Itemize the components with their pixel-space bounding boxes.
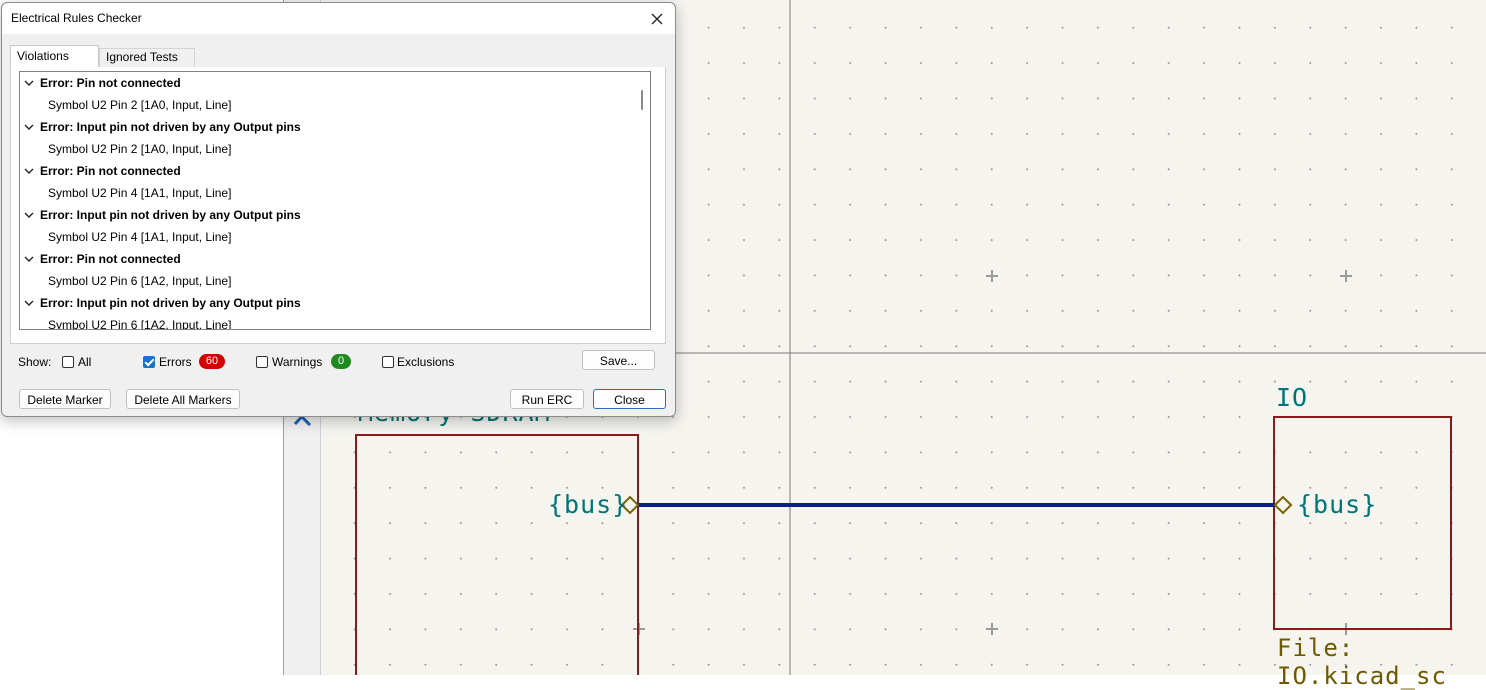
- warnings-checkbox[interactable]: [256, 356, 268, 368]
- violation-item[interactable]: Symbol U2 Pin 2 [1A0, Input, Line]: [20, 94, 650, 116]
- violation-heading[interactable]: Error: Input pin not driven by any Outpu…: [20, 204, 650, 226]
- warnings-count-badge: 0: [331, 354, 351, 369]
- sheet-file-label-io[interactable]: File: IO.kicad_sc: [1277, 634, 1486, 690]
- violations-list[interactable]: Error: Pin not connected Symbol U2 Pin 2…: [19, 71, 651, 330]
- sheet-pin-label-io[interactable]: {bus}: [1297, 490, 1377, 519]
- sheet-pin-marker: [1273, 495, 1293, 515]
- chevron-down-icon[interactable]: [24, 166, 34, 176]
- violation-item[interactable]: Symbol U2 Pin 4 [1A1, Input, Line]: [20, 182, 650, 204]
- tab-ignored-tests[interactable]: Ignored Tests (4): [99, 48, 195, 81]
- save-button[interactable]: Save...: [582, 350, 655, 370]
- chevron-down-icon[interactable]: [24, 122, 34, 132]
- violation-heading[interactable]: Error: Pin not connected: [20, 160, 650, 182]
- all-checkbox[interactable]: [62, 356, 74, 368]
- warnings-label[interactable]: Warnings: [272, 353, 322, 371]
- chevron-down-icon[interactable]: [24, 78, 34, 88]
- errors-checkbox[interactable]: [143, 356, 155, 368]
- violation-item[interactable]: Symbol U2 Pin 6 [1A2, Input, Line]: [20, 314, 650, 329]
- delete-all-markers-button[interactable]: Delete All Markers: [126, 389, 240, 409]
- sheet-box-io: [1273, 416, 1452, 630]
- sheet-title-io[interactable]: IO: [1276, 383, 1308, 412]
- tab-violations[interactable]: Violations (60): [10, 45, 99, 83]
- violation-heading-text: Error: Input pin not driven by any Outpu…: [40, 120, 301, 134]
- sheet-pin-label-memory[interactable]: {bus}: [548, 490, 628, 519]
- close-button[interactable]: Close: [593, 389, 666, 409]
- chevron-down-icon[interactable]: [24, 210, 34, 220]
- violation-heading-text: Error: Input pin not driven by any Outpu…: [40, 296, 301, 310]
- show-filters: Show: All Errors 60 Warnings 0 Exclusion…: [18, 353, 658, 371]
- violation-heading[interactable]: Error: Input pin not driven by any Outpu…: [20, 292, 650, 314]
- violation-heading[interactable]: Error: Pin not connected: [20, 72, 650, 94]
- violation-heading-text: Error: Pin not connected: [40, 76, 181, 90]
- origin-markers: [633, 270, 1352, 635]
- run-erc-button[interactable]: Run ERC: [510, 389, 584, 409]
- list-scrollbar[interactable]: [634, 72, 650, 329]
- errors-label[interactable]: Errors: [159, 353, 192, 371]
- violation-heading[interactable]: Error: Input pin not driven by any Outpu…: [20, 116, 650, 138]
- sheet-box-memory: [355, 434, 639, 675]
- exclusions-checkbox[interactable]: [382, 356, 394, 368]
- violation-heading-text: Error: Pin not connected: [40, 252, 181, 266]
- show-label: Show:: [18, 355, 52, 369]
- dialog-titlebar[interactable]: Electrical Rules Checker: [2, 3, 675, 34]
- all-label[interactable]: All: [78, 353, 91, 371]
- errors-count-badge: 60: [199, 354, 225, 369]
- violation-heading[interactable]: Error: Pin not connected: [20, 248, 650, 270]
- violation-heading-text: Error: Pin not connected: [40, 164, 181, 178]
- erc-dialog: Electrical Rules Checker Violations (60)…: [1, 2, 676, 417]
- violations-panel: Error: Pin not connected Symbol U2 Pin 2…: [10, 67, 666, 344]
- chevron-down-icon[interactable]: [24, 298, 34, 308]
- violation-item[interactable]: Symbol U2 Pin 6 [1A2, Input, Line]: [20, 270, 650, 292]
- violation-item[interactable]: Symbol U2 Pin 4 [1A1, Input, Line]: [20, 226, 650, 248]
- violation-heading-text: Error: Input pin not driven by any Outpu…: [40, 208, 301, 222]
- dialog-title: Electrical Rules Checker: [11, 11, 142, 25]
- chevron-down-icon[interactable]: [24, 254, 34, 264]
- exclusions-label[interactable]: Exclusions: [397, 353, 454, 371]
- delete-marker-button[interactable]: Delete Marker: [19, 389, 111, 409]
- scrollbar-thumb[interactable]: [641, 90, 643, 110]
- violation-item[interactable]: Symbol U2 Pin 2 [1A0, Input, Line]: [20, 138, 650, 160]
- close-icon[interactable]: [645, 7, 669, 31]
